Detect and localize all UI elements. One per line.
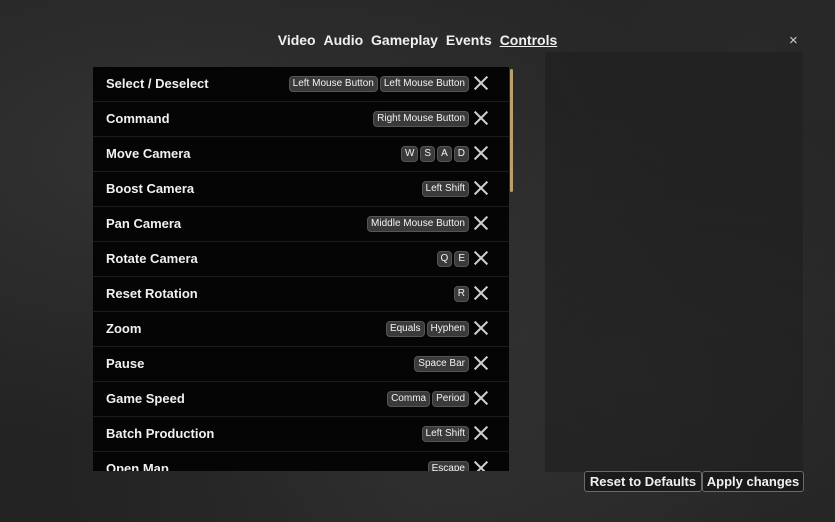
key-chips: Right Mouse Button <box>373 111 469 127</box>
keybinding-row[interactable]: Reset Rotation R <box>93 277 509 312</box>
reset-defaults-button[interactable]: Reset to Defaults <box>584 471 702 492</box>
key-chip[interactable]: D <box>453 146 469 162</box>
keybinding-row[interactable]: Zoom Equals Hyphen <box>93 312 509 347</box>
clear-binding-icon[interactable] <box>474 111 488 125</box>
key-chip[interactable]: Middle Mouse Button <box>367 216 469 232</box>
keybinding-row[interactable]: Pan Camera Middle Mouse Button <box>93 207 509 242</box>
key-chip[interactable]: A <box>437 146 452 162</box>
key-chip[interactable]: Space Bar <box>414 356 469 372</box>
key-chip[interactable]: Left Mouse Button <box>379 76 469 92</box>
key-chip[interactable]: S <box>420 146 436 162</box>
close-icon[interactable]: × <box>789 32 798 49</box>
key-chips: Middle Mouse Button <box>367 216 469 232</box>
clear-binding-icon[interactable] <box>474 356 488 370</box>
action-label: Open Map <box>106 461 169 471</box>
keybinding-row[interactable]: Open Map Escape <box>93 452 509 471</box>
key-chips: Escape <box>427 461 469 471</box>
key-chips: Left Shift <box>421 181 469 197</box>
tab-events[interactable]: Events <box>446 32 492 48</box>
tab-video[interactable]: Video <box>278 32 316 48</box>
action-label: Rotate Camera <box>106 251 198 266</box>
clear-binding-icon[interactable] <box>474 146 488 160</box>
keybinding-row[interactable]: Pause Space Bar <box>93 347 509 382</box>
key-chips: WSAD <box>400 146 469 162</box>
clear-binding-icon[interactable] <box>474 426 488 440</box>
clear-binding-icon[interactable] <box>474 391 488 405</box>
keybinding-row[interactable]: Command Right Mouse Button <box>93 102 509 137</box>
key-chip[interactable]: Left Mouse Button <box>288 76 378 92</box>
key-chip[interactable]: Comma <box>387 391 431 407</box>
keybinding-row[interactable]: Select / Deselect Left Mouse Button Left M… <box>93 67 509 102</box>
tab-audio[interactable]: Audio <box>324 32 364 48</box>
apply-changes-button[interactable]: Apply changes <box>702 471 804 492</box>
action-label: Select / Deselect <box>106 76 209 91</box>
clear-binding-icon[interactable] <box>474 181 488 195</box>
key-chips: Left Mouse Button Left Mouse Button <box>288 76 469 92</box>
key-chip[interactable]: Left Shift <box>421 426 469 442</box>
keybinding-row[interactable]: Move Camera W S A D <box>93 137 509 172</box>
key-chip[interactable]: Period <box>432 391 469 407</box>
clear-binding-icon[interactable] <box>474 251 488 265</box>
action-label: Zoom <box>106 321 142 336</box>
key-chip[interactable]: Q <box>436 251 453 267</box>
key-chip[interactable]: Equals <box>385 321 425 337</box>
side-panel <box>545 52 803 472</box>
tab-gameplay[interactable]: Gameplay <box>371 32 438 48</box>
action-label: Pan Camera <box>106 216 182 231</box>
action-label: Boost Camera <box>106 181 195 196</box>
clear-binding-icon[interactable] <box>474 216 488 230</box>
key-chips: R <box>453 286 469 302</box>
key-chips: Comma Period <box>387 391 469 407</box>
clear-binding-icon[interactable] <box>474 286 488 300</box>
key-chips: Left Shift <box>421 426 469 442</box>
key-chip[interactable]: Left Shift <box>421 181 469 197</box>
keybinding-row[interactable]: Game Speed Comma Period <box>93 382 509 417</box>
list-scrollbar[interactable] <box>510 69 513 192</box>
settings-tabs: Video Audio Gameplay Events Controls <box>0 32 835 48</box>
key-chip[interactable]: Hyphen <box>426 321 469 337</box>
keybinding-row[interactable]: Rotate Camera Q E <box>93 242 509 277</box>
clear-binding-icon[interactable] <box>474 76 488 90</box>
action-label: Move Camera <box>106 146 191 161</box>
clear-binding-icon[interactable] <box>474 321 488 335</box>
action-label: Batch Production <box>106 426 215 441</box>
tab-controls[interactable]: Controls <box>500 32 558 48</box>
key-chip[interactable]: W <box>400 146 419 162</box>
key-chips: QE <box>436 251 469 267</box>
action-label: Pause <box>106 356 145 371</box>
key-chips: Equals Hyphen <box>385 321 469 337</box>
action-label: Reset Rotation <box>106 286 198 301</box>
action-label: Game Speed <box>106 391 185 406</box>
keybinding-list: Select / Deselect Left Mouse Button Left M… <box>93 67 509 471</box>
key-chip[interactable]: Escape <box>427 461 469 471</box>
key-chip[interactable]: Right Mouse Button <box>373 111 469 127</box>
keybinding-row[interactable]: Batch Production Left Shift <box>93 417 509 452</box>
key-chip[interactable]: R <box>453 286 469 302</box>
clear-binding-icon[interactable] <box>474 461 488 471</box>
key-chip[interactable]: E <box>454 251 469 267</box>
action-label: Command <box>106 111 170 126</box>
keybinding-row[interactable]: Boost Camera Left Shift <box>93 172 509 207</box>
key-chips: Space Bar <box>414 356 469 372</box>
